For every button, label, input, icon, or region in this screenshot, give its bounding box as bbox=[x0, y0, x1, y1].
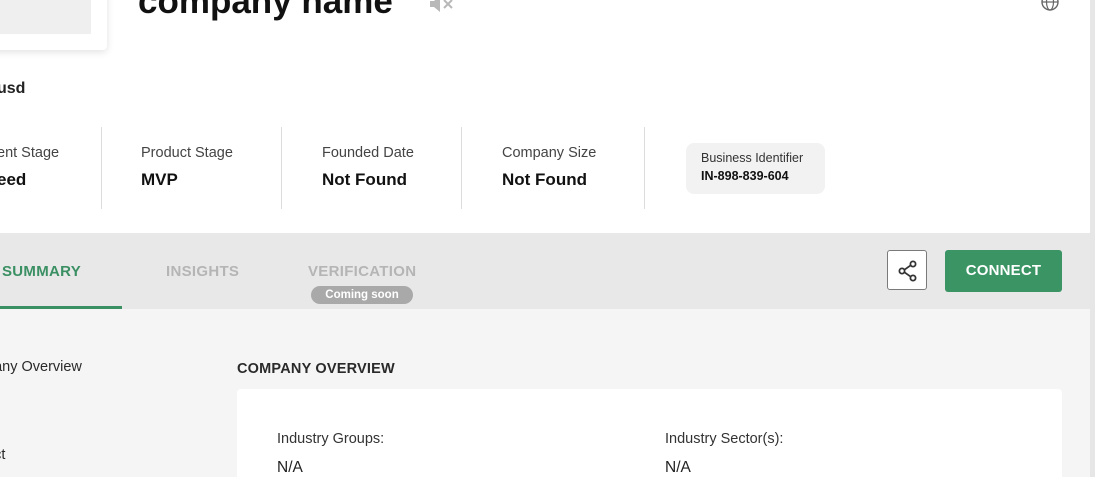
connect-button[interactable]: CONNECT bbox=[945, 250, 1062, 292]
stat-divider bbox=[281, 127, 282, 209]
business-identifier-label: Business Identifier bbox=[701, 151, 804, 165]
stat-divider bbox=[644, 127, 645, 209]
stat-label: Founded Date bbox=[322, 145, 414, 161]
company-header: company name usd ent Stage eed Product S… bbox=[0, 0, 1090, 233]
company-name: company name bbox=[138, 0, 393, 21]
share-button[interactable] bbox=[887, 250, 927, 290]
industry-groups-label: Industry Groups: bbox=[277, 431, 385, 447]
summary-content: pany Overview n uct COMPANY OVERVIEW Ind… bbox=[0, 309, 1090, 489]
stat-divider bbox=[461, 127, 462, 209]
stat-label: ent Stage bbox=[0, 145, 60, 161]
scrollbar[interactable] bbox=[1090, 0, 1095, 477]
industry-sectors-label: Industry Sector(s): bbox=[665, 431, 784, 447]
industry-groups-value: N/A bbox=[277, 459, 303, 476]
logo-placeholder bbox=[0, 0, 91, 34]
globe-icon[interactable] bbox=[1040, 0, 1060, 17]
overview-card: Industry Groups: N/A Industry Sector(s):… bbox=[237, 389, 1062, 489]
business-identifier-value: IN-898-839-604 bbox=[701, 169, 789, 183]
company-logo bbox=[0, 0, 107, 50]
sidebar-item-company-overview[interactable]: pany Overview bbox=[0, 359, 82, 375]
tab-verification[interactable]: VERIFICATION bbox=[308, 263, 416, 280]
stat-value: eed bbox=[0, 170, 27, 189]
stat-value: Not Found bbox=[502, 170, 587, 189]
stat-value: Not Found bbox=[322, 170, 407, 189]
business-identifier-badge: Business Identifier IN-898-839-604 bbox=[686, 143, 825, 194]
stat-label: Company Size bbox=[502, 145, 597, 161]
stat-value: MVP bbox=[141, 170, 178, 189]
stat-divider bbox=[101, 127, 102, 209]
industry-sectors-value: N/A bbox=[665, 459, 691, 476]
tab-summary[interactable]: SUMMARY bbox=[2, 263, 81, 280]
company-tagline: usd bbox=[0, 80, 26, 97]
mute-icon[interactable] bbox=[428, 0, 456, 19]
stat-label: Product Stage bbox=[141, 145, 233, 161]
section-title: COMPANY OVERVIEW bbox=[237, 361, 395, 377]
tab-insights[interactable]: INSIGHTS bbox=[166, 263, 239, 280]
tab-bar: SUMMARY INSIGHTS VERIFICATION Coming soo… bbox=[0, 233, 1090, 309]
sidebar-item-product[interactable]: uct bbox=[0, 447, 5, 463]
coming-soon-badge: Coming soon bbox=[311, 286, 413, 304]
share-icon bbox=[898, 260, 917, 282]
